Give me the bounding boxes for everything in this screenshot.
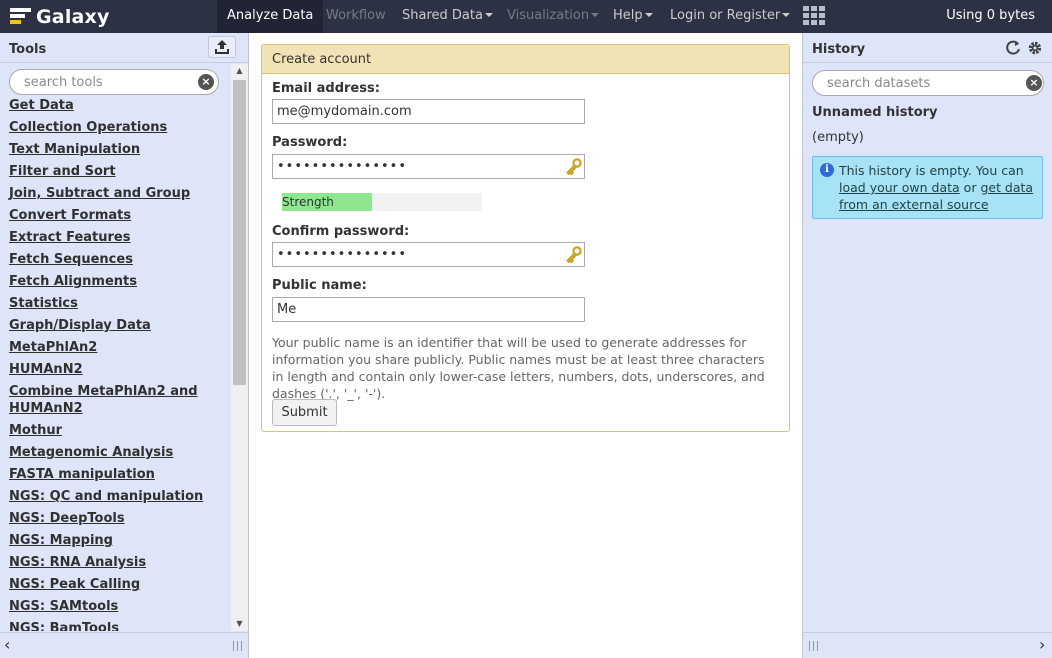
tool-section-link[interactable]: Filter and Sort [0, 163, 230, 180]
gear-icon[interactable] [1027, 40, 1043, 56]
caret-down-icon [484, 12, 493, 17]
clear-search-icon[interactable]: × [1026, 75, 1042, 91]
info-icon: i [820, 163, 834, 177]
nav-analyze-data[interactable]: Analyze Data [217, 0, 324, 33]
password-manager-key-icon[interactable] [565, 158, 583, 176]
tool-section-link[interactable]: Join, Subtract and Group [0, 185, 230, 202]
public-name-field[interactable] [272, 297, 585, 322]
tool-section-link[interactable]: FASTA manipulation [0, 466, 230, 483]
history-search-input[interactable] [813, 71, 1043, 95]
nav-shared-data[interactable]: Shared Data [402, 0, 493, 33]
password-manager-key-icon[interactable] [565, 246, 583, 264]
password-field[interactable] [272, 154, 585, 179]
clear-search-icon[interactable]: × [198, 74, 214, 90]
password-strength-meter: Strength [282, 193, 482, 211]
upload-icon [215, 40, 229, 54]
tool-search-input[interactable] [10, 70, 218, 94]
nav-help-label: Help [613, 8, 643, 23]
empty-history-text: This history is empty. You can [839, 163, 1024, 178]
resize-handle-icon[interactable] [233, 641, 242, 651]
tool-panel-title: Tools [9, 42, 47, 57]
tool-section-link[interactable]: MetaPhlAn2 [0, 339, 230, 356]
tool-section-link[interactable]: Collection Operations [0, 119, 230, 136]
caret-down-icon [644, 12, 653, 17]
tool-section-link[interactable]: Metagenomic Analysis [0, 444, 230, 461]
empty-history-connector: or [959, 180, 981, 195]
confirm-password-label: Confirm password: [272, 224, 410, 239]
history-panel-title: History [812, 42, 866, 57]
caret-down-icon [782, 12, 791, 17]
email-field[interactable] [272, 99, 585, 124]
tool-section-link[interactable]: HUMAnN2 [0, 361, 230, 378]
tool-section-link[interactable]: Combine MetaPhlAn2 and HUMAnN2 [0, 383, 230, 417]
tool-section-link[interactable]: NGS: DeepTools [0, 510, 230, 527]
tool-section-link[interactable]: Text Manipulation [0, 141, 230, 158]
scroll-up-arrow-icon[interactable]: ▲ [231, 64, 248, 78]
history-panel-footer: › [803, 632, 1052, 658]
tool-list: Get Data Collection Operations Text Manipu… [0, 97, 230, 631]
tool-section-link[interactable]: NGS: RNA Analysis [0, 554, 230, 571]
nav-shared-data-label: Shared Data [402, 8, 483, 23]
tool-panel-scrollbar[interactable]: ▲ ▼ [231, 64, 248, 631]
center-panel: Create account Email address: Password: … [249, 33, 802, 658]
tool-panel: Tools × Get Data Collection Operations Tex… [0, 33, 249, 658]
load-own-data-link[interactable]: load your own data [839, 180, 960, 195]
nav-help[interactable]: Help [613, 0, 653, 33]
collapse-left-icon[interactable]: ‹ [4, 636, 10, 654]
tool-section-link[interactable]: Extract Features [0, 229, 230, 246]
email-label: Email address: [272, 81, 380, 96]
create-account-form: Create account Email address: Password: … [261, 44, 790, 432]
tool-section-link[interactable]: NGS: BamTools [0, 620, 230, 631]
quota-usage[interactable]: Using 0 bytes [946, 0, 1035, 32]
public-name-label: Public name: [272, 278, 367, 293]
tool-section-link[interactable]: NGS: QC and manipulation [0, 488, 230, 505]
tool-section-link[interactable]: Fetch Alignments [0, 273, 230, 290]
refresh-icon[interactable] [1005, 40, 1021, 56]
nav-login-register[interactable]: Login or Register [670, 0, 791, 33]
nav-workflow-label: Workflow [326, 8, 386, 23]
tool-section-link[interactable]: NGS: Peak Calling [0, 576, 230, 593]
upload-button[interactable] [208, 36, 236, 58]
history-search: × [812, 70, 1044, 96]
scrollbar-thumb[interactable] [233, 80, 246, 385]
tool-section-link[interactable]: Graph/Display Data [0, 317, 230, 334]
empty-history-message: i This history is empty. You can load yo… [812, 156, 1043, 219]
nav-visualization-label: Visualization [507, 8, 590, 23]
tool-section-link[interactable]: NGS: SAMtools [0, 598, 230, 615]
tool-section-link[interactable]: Mothur [0, 422, 230, 439]
brand-logo[interactable]: Galaxy [10, 0, 110, 33]
password-strength-label: Strength [282, 195, 334, 209]
tool-panel-footer: ‹ [0, 632, 248, 658]
apps-grid-icon[interactable] [803, 6, 825, 26]
form-title: Create account [262, 45, 789, 74]
collapse-right-icon[interactable]: › [1039, 636, 1045, 654]
submit-button[interactable]: Submit [272, 399, 337, 426]
nav-visualization: Visualization [507, 0, 600, 33]
confirm-password-field[interactable] [272, 242, 585, 267]
nav-workflow: Workflow [326, 0, 386, 33]
tool-section-link[interactable]: Statistics [0, 295, 230, 312]
tool-section-link[interactable]: NGS: Mapping [0, 532, 230, 549]
tool-search: × [9, 69, 219, 95]
history-panel: History × Unnamed history (empty) i This… [802, 33, 1052, 658]
tool-section-link[interactable]: Get Data [0, 97, 230, 114]
tool-panel-header: Tools [0, 33, 248, 63]
history-name[interactable]: Unnamed history [812, 105, 938, 120]
scroll-down-arrow-icon[interactable]: ▼ [231, 617, 248, 631]
tool-section-link[interactable]: Fetch Sequences [0, 251, 230, 268]
brand-title: Galaxy [36, 5, 110, 28]
history-size: (empty) [812, 130, 864, 145]
tool-section-link[interactable]: Convert Formats [0, 207, 230, 224]
public-name-help: Your public name is an identifier that w… [272, 335, 765, 401]
masthead: Galaxy Analyze Data Workflow Shared Data… [0, 0, 1052, 33]
password-label: Password: [272, 135, 348, 150]
nav-analyze-data-label: Analyze Data [227, 8, 314, 23]
history-panel-header: History [803, 33, 1052, 63]
caret-down-icon [591, 12, 600, 17]
nav-login-register-label: Login or Register [670, 8, 781, 23]
resize-handle-icon[interactable] [809, 641, 818, 651]
galaxy-logo-icon [10, 8, 31, 25]
